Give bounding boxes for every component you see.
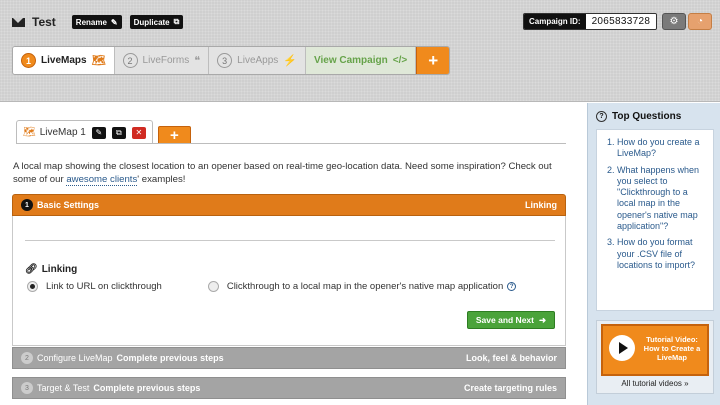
save-and-next-button[interactable]: Save and Next ➜	[467, 311, 555, 329]
tutorial-thumbnail[interactable]: Tutorial Video: How to Create a LiveMap	[601, 324, 709, 376]
copy-livemap-button[interactable]: ⧉	[111, 126, 126, 139]
add-tab-button[interactable]: +	[416, 47, 450, 74]
edit-livemap-button[interactable]: ✎	[91, 126, 106, 139]
link-icon: 🔗︎	[25, 264, 38, 275]
configure-title: Configure LiveMap	[37, 353, 113, 363]
tab-number: 1	[21, 53, 36, 68]
radio-native-map[interactable]	[207, 281, 219, 292]
description: A local map showing the closest location…	[13, 160, 573, 186]
rename-button[interactable]: Rename ✎	[71, 15, 122, 29]
campaign-id-value[interactable]: 2065833728	[585, 14, 657, 29]
question-link[interactable]: How do you format your .CSV file of loca…	[617, 237, 707, 271]
mail-icon	[12, 17, 25, 27]
map-icon: 🗺︎	[91, 55, 106, 67]
view-campaign-label: View Campaign	[314, 55, 388, 66]
step-number: 2	[21, 352, 33, 364]
tab-livemap-1[interactable]: 🗺︎ LiveMap 1 ✎ ⧉ ✕	[16, 120, 153, 144]
basic-settings-title: Basic Settings	[37, 200, 100, 210]
question-icon: ?	[596, 111, 607, 122]
main-tabs: 1 LiveMaps 🗺︎ 2 LiveForms ❝ 3 LiveApps ⚡…	[12, 46, 451, 75]
pencil-icon: ✎	[110, 17, 118, 27]
main-content: 🗺︎ LiveMap 1 ✎ ⧉ ✕ + A local map showing…	[0, 103, 587, 405]
gear-icon: ⚙	[669, 16, 679, 27]
description-text-end: ' examples!	[137, 174, 186, 185]
target-title: Target & Test	[37, 383, 90, 393]
top-questions-heading: ? Top Questions	[588, 103, 720, 129]
duplicate-label: Duplicate	[133, 17, 170, 27]
awesome-clients-link[interactable]: awesome clients	[66, 174, 138, 186]
radio-link-url[interactable]	[27, 281, 38, 292]
question-link[interactable]: How do you create a LiveMap?	[617, 137, 707, 160]
questions-panel: How do you create a LiveMap? What happen…	[596, 129, 714, 311]
all-tutorials-link[interactable]: All tutorial videos »	[597, 379, 713, 388]
livemap-tab-label: LiveMap 1	[39, 127, 86, 138]
tab-number: 3	[217, 53, 233, 68]
tutorial-text: Tutorial Video: How to Create a LiveMap	[643, 335, 701, 362]
livemap-tabs: 🗺︎ LiveMap 1 ✎ ⧉ ✕ +	[16, 120, 191, 144]
tab-label: LiveMaps	[41, 55, 87, 66]
basic-settings-right: Linking	[525, 200, 557, 210]
campaign-title: Test	[32, 15, 56, 29]
linking-heading: 🔗︎ Linking	[25, 264, 77, 275]
view-campaign-button[interactable]: View Campaign </>	[306, 47, 417, 74]
rss-icon: ◔	[696, 16, 704, 27]
step-number: 1	[21, 199, 33, 211]
quote-icon: ❝	[194, 55, 201, 67]
sidebar: ? Top Questions How do you create a Live…	[587, 103, 720, 405]
questions-list: How do you create a LiveMap? What happen…	[603, 137, 707, 271]
divider	[25, 240, 555, 241]
tab-liveforms[interactable]: 2 LiveForms ❝	[115, 47, 210, 74]
linking-options: Link to URL on clickthrough Clickthrough…	[27, 281, 517, 292]
arrow-right-icon: ➜	[539, 314, 547, 325]
tab-livemaps[interactable]: 1 LiveMaps 🗺︎	[13, 47, 115, 74]
tab-label: LiveApps	[237, 55, 279, 66]
basic-settings-header[interactable]: 1 Basic Settings Linking	[12, 194, 566, 216]
campaign-id-label: Campaign ID:	[524, 14, 586, 29]
step-number: 3	[21, 382, 33, 394]
target-status: Complete previous steps	[93, 383, 201, 393]
rename-label: Rename	[75, 17, 107, 27]
basic-settings-panel: 🔗︎ Linking Link to URL on clickthrough C…	[12, 216, 566, 346]
plus-icon: +	[169, 126, 179, 144]
radio-native-map-label[interactable]: Clickthrough to a local map in the opene…	[227, 281, 503, 292]
tab-divider	[16, 143, 566, 144]
linking-title: Linking	[41, 264, 78, 275]
top-questions-title: Top Questions	[612, 111, 682, 122]
plug-icon: ⚡	[283, 55, 297, 67]
settings-button[interactable]: ⚙	[662, 13, 686, 30]
code-icon: </>	[392, 55, 408, 66]
target-test-header[interactable]: 3 Target & Test Complete previous steps …	[12, 377, 566, 399]
target-right: Create targeting rules	[463, 383, 557, 393]
delete-livemap-button[interactable]: ✕	[131, 126, 146, 139]
configure-right: Look, feel & behavior	[465, 353, 557, 363]
campaign-id-box: Campaign ID: 2065833728	[523, 13, 658, 30]
tab-number: 2	[122, 53, 138, 68]
tab-liveapps[interactable]: 3 LiveApps ⚡	[209, 47, 306, 74]
radio-link-url-label[interactable]: Link to URL on clickthrough	[46, 281, 162, 292]
copy-icon: ⧉	[173, 17, 180, 26]
duplicate-button[interactable]: Duplicate ⧉	[129, 15, 184, 29]
play-icon	[609, 335, 635, 361]
header: Test Rename ✎ Duplicate ⧉ Campaign ID: 2…	[0, 0, 720, 102]
question-link[interactable]: What happens when you select to "Clickth…	[617, 165, 707, 233]
help-icon[interactable]: ?	[507, 282, 517, 291]
rss-button[interactable]: ◔	[688, 13, 712, 30]
add-livemap-button[interactable]: +	[157, 126, 191, 144]
tab-label: LiveForms	[142, 55, 190, 66]
save-next-label: Save and Next	[475, 315, 534, 325]
configure-status: Complete previous steps	[116, 353, 224, 363]
tutorial-video: Tutorial Video: How to Create a LiveMap …	[596, 320, 714, 394]
configure-livemap-header[interactable]: 2 Configure LiveMap Complete previous st…	[12, 347, 566, 369]
plus-icon: +	[428, 50, 439, 70]
title-row: Test Rename ✎ Duplicate ⧉	[12, 12, 191, 32]
map-icon: 🗺︎	[23, 127, 36, 138]
